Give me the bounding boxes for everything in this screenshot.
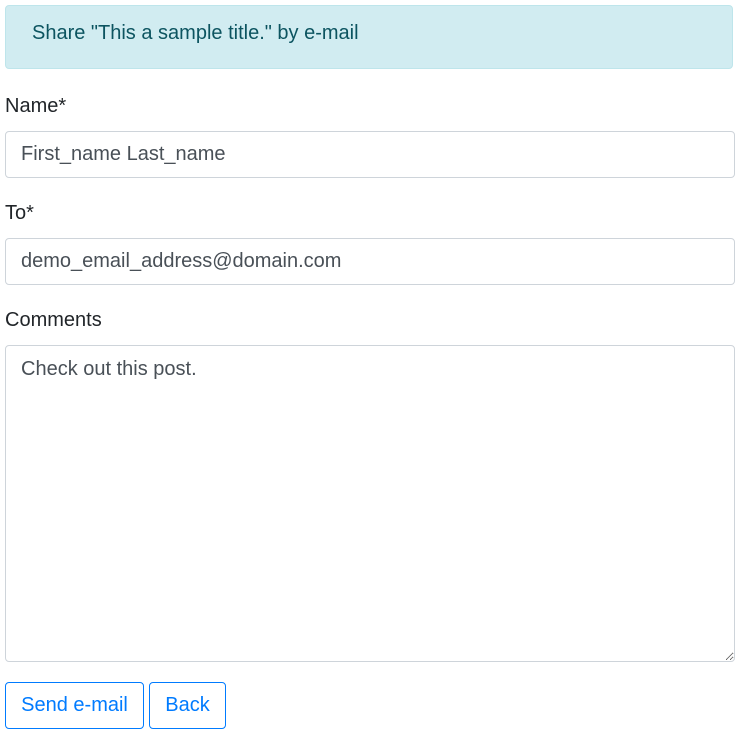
to-label: To*: [5, 202, 34, 224]
to-email-input[interactable]: [5, 238, 735, 285]
name-label: Name*: [5, 95, 67, 117]
comments-label: Comments: [5, 309, 102, 331]
share-alert-banner: Share "This a sample title." by e-mail: [5, 5, 733, 69]
name-input[interactable]: [5, 131, 735, 178]
comments-textarea[interactable]: Check out this post.: [5, 345, 735, 662]
share-alert-text: Share "This a sample title." by e-mail: [32, 22, 359, 44]
send-email-button[interactable]: Send e-mail: [5, 682, 144, 729]
back-button[interactable]: Back: [149, 682, 226, 729]
